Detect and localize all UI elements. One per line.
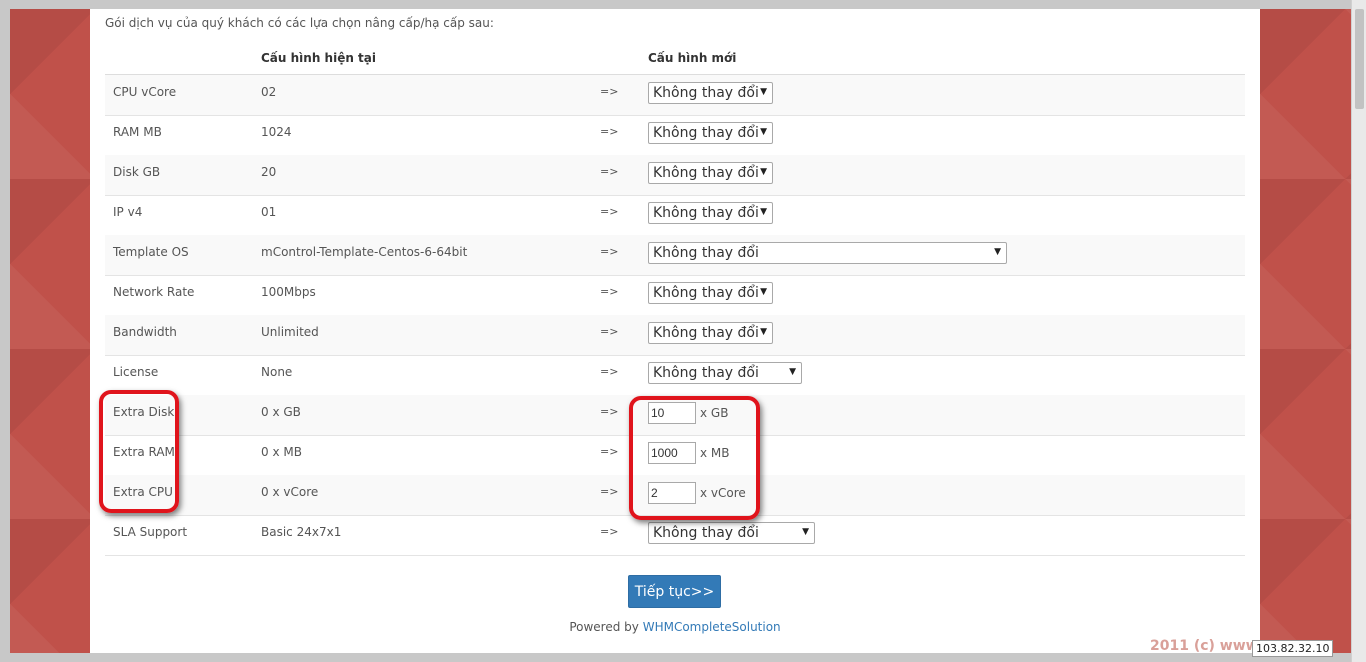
chevron-down-icon: ▼ [760,207,767,217]
header-current-config: Cấu hình hiện tại [261,51,377,65]
current-value: 0 x GB [261,405,301,419]
row-label: Disk GB [113,165,161,179]
arrow-indicator: => [600,485,619,498]
chevron-down-icon: ▼ [994,247,1001,257]
chevron-down-icon: ▼ [760,287,767,297]
current-value: None [261,365,293,379]
highlight-extra-labels [99,390,179,513]
new-config-select[interactable]: Không thay đổi ▼ [648,122,773,144]
copyright-watermark: 2011 (c) www. [1150,638,1264,654]
select-value: Không thay đổi [653,125,759,141]
select-value: Không thay đổi [653,85,759,101]
current-value: 01 [261,205,277,219]
new-config-select[interactable]: Không thay đổi ▼ [648,202,773,224]
row-label: Bandwidth [113,325,177,339]
arrow-indicator: => [600,205,619,218]
config-row: Network Rate 100Mbps => Không thay đổi ▼ [105,275,1245,316]
scrollbar-thumb[interactable] [1355,9,1364,109]
row-label: SLA Support [113,525,188,539]
continue-button[interactable]: Tiếp tục>> [628,575,721,608]
row-label: RAM MB [113,125,162,139]
new-config-select[interactable]: Không thay đổi ▼ [648,162,773,184]
current-value: 1024 [261,125,292,139]
current-value: 100Mbps [261,285,316,299]
config-row: Template OS mControl-Template-Centos-6-64… [105,235,1245,276]
select-value: Không thay đổi [653,165,759,181]
current-value: 0 x vCore [261,485,319,499]
config-row: SLA Support Basic 24x7x1 => Không thay đổi ▼ [105,515,1245,556]
new-config-select[interactable]: Không thay đổi ▼ [648,82,773,104]
config-row: IP v4 01 => Không thay đổi ▼ [105,195,1245,236]
intro-text: Gói dịch vụ của quý khách có các lựa chọ… [105,16,494,30]
arrow-indicator: => [600,405,619,418]
header-new-config: Cấu hình mới [648,51,737,65]
arrow-indicator: => [600,125,619,138]
arrow-indicator: => [600,445,619,458]
current-value: 02 [261,85,277,99]
select-value: Không thay đổi [653,245,759,261]
powered-by-prefix: Powered by [569,620,643,634]
whmcs-link[interactable]: WHMCompleteSolution [643,620,781,634]
select-value: Không thay đổi [653,365,759,381]
upgrade-panel: Gói dịch vụ của quý khách có các lựa chọ… [90,9,1260,653]
chevron-down-icon: ▼ [760,87,767,97]
config-row: CPU vCore 02 => Không thay đổi ▼ [105,75,1245,116]
select-value: Không thay đổi [653,325,759,341]
powered-by: Powered by WHMCompleteSolution [90,620,1260,634]
new-config-select[interactable]: Không thay đổi ▼ [648,522,815,544]
chevron-down-icon: ▼ [760,167,767,177]
arrow-indicator: => [600,325,619,338]
new-config-select[interactable]: Không thay đổi ▼ [648,282,773,304]
row-label: CPU vCore [113,85,177,99]
arrow-indicator: => [600,285,619,298]
left-decorative-panel [10,9,90,653]
arrow-indicator: => [600,165,619,178]
select-value: Không thay đổi [653,525,759,541]
current-value: 20 [261,165,277,179]
row-label: Network Rate [113,285,195,299]
highlight-extra-inputs [629,396,760,520]
arrow-indicator: => [600,85,619,98]
page-scrollbar[interactable] [1351,0,1366,662]
config-row: Disk GB 20 => Không thay đổi ▼ [105,155,1245,196]
chevron-down-icon: ▼ [789,367,796,377]
select-value: Không thay đổi [653,285,759,301]
config-row: RAM MB 1024 => Không thay đổi ▼ [105,115,1245,156]
ip-badge: 103.82.32.10 [1252,640,1334,657]
current-value: Unlimited [261,325,319,339]
new-config-select[interactable]: Không thay đổi ▼ [648,242,1007,264]
arrow-indicator: => [600,245,619,258]
row-label: Template OS [113,245,189,259]
chevron-down-icon: ▼ [802,527,809,537]
current-value: Basic 24x7x1 [261,525,342,539]
arrow-indicator: => [600,365,619,378]
right-decorative-panel [1260,9,1352,653]
row-label: License [113,365,159,379]
row-label: IP v4 [113,205,143,219]
arrow-indicator: => [600,525,619,538]
config-row: License None => Không thay đổi ▼ [105,355,1245,396]
chevron-down-icon: ▼ [760,127,767,137]
current-value: mControl-Template-Centos-6-64bit [261,245,468,259]
current-value: 0 x MB [261,445,302,459]
chevron-down-icon: ▼ [760,327,767,337]
select-value: Không thay đổi [653,205,759,221]
new-config-select[interactable]: Không thay đổi ▼ [648,322,773,344]
config-row: Bandwidth Unlimited => Không thay đổi ▼ [105,315,1245,356]
new-config-select[interactable]: Không thay đổi ▼ [648,362,802,384]
